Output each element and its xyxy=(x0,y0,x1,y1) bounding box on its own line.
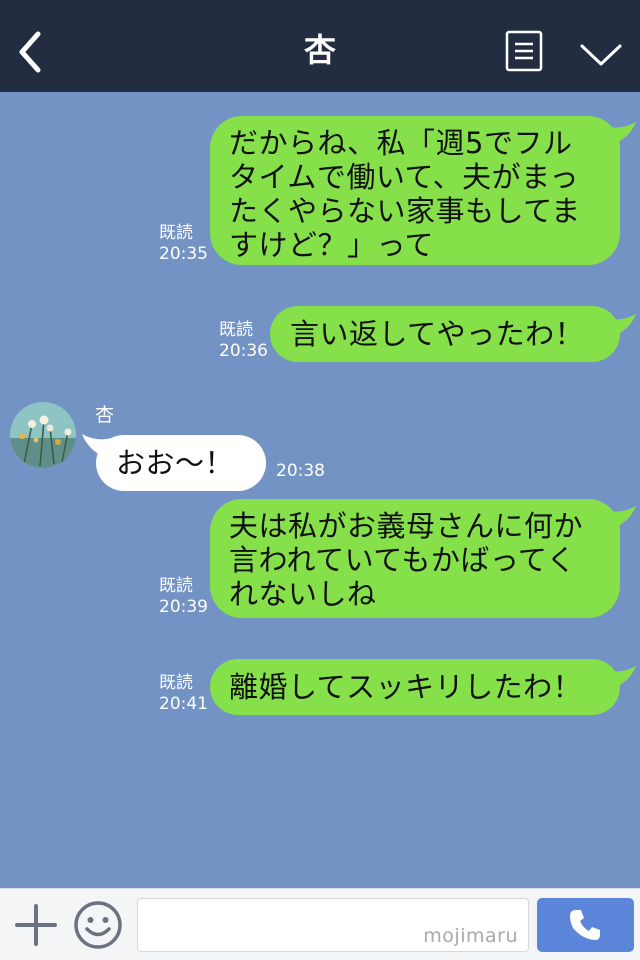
message-line: だからね、私「週5でフル xyxy=(229,126,573,160)
watermark-text: mojimaru xyxy=(423,925,518,947)
message-input-bar: mojimaru xyxy=(0,888,640,960)
read-receipt: 既読 xyxy=(159,576,193,596)
notes-button[interactable] xyxy=(505,30,543,72)
chat-title: 杏 xyxy=(303,31,336,69)
sender-name: 杏 xyxy=(95,404,115,426)
message-line: おお〜！ xyxy=(116,446,235,480)
message-time: 20:36 xyxy=(219,341,268,361)
message-time: 20:35 xyxy=(159,244,208,264)
notes-icon xyxy=(505,30,543,72)
avatar-image xyxy=(10,402,76,468)
emoji-button[interactable] xyxy=(72,899,124,951)
message-line: れないしね xyxy=(229,577,377,611)
message-meta: 既読 20:35 xyxy=(159,223,208,265)
avatar[interactable] xyxy=(10,402,76,468)
back-button[interactable] xyxy=(14,30,50,74)
message-time: 20:41 xyxy=(159,694,208,714)
call-button[interactable] xyxy=(537,898,634,952)
outgoing-message[interactable]: 夫は私がお義母さんに何か 言われていてもかばってく れないしね xyxy=(210,499,620,618)
read-receipt: 既読 xyxy=(159,223,193,243)
message-meta: 既読 20:36 xyxy=(219,320,268,362)
message-meta: 既読 20:39 xyxy=(159,576,208,618)
outgoing-message[interactable]: 言い返してやったわ！ xyxy=(270,306,620,362)
emoji-icon xyxy=(74,901,122,949)
incoming-message[interactable]: おお〜！ xyxy=(96,435,266,491)
read-receipt: 既読 xyxy=(219,320,253,340)
message-meta: 20:38 xyxy=(276,461,325,482)
chevron-down-icon xyxy=(580,44,622,66)
message-input[interactable]: mojimaru xyxy=(137,898,529,952)
chat-header: 杏 xyxy=(0,0,640,92)
message-meta: 既読 20:41 xyxy=(159,673,208,715)
message-line: 離婚してスッキリしたわ！ xyxy=(229,670,583,704)
read-receipt: 既読 xyxy=(159,673,193,693)
message-line: 言い返してやったわ！ xyxy=(290,317,585,351)
outgoing-message[interactable]: だからね、私「週5でフル タイムで働いて、夫がまっ たくやらない家事もしてま す… xyxy=(210,116,620,265)
message-line: 夫は私がお義母さんに何か xyxy=(229,509,584,543)
message-line: タイムで働いて、夫がまっ xyxy=(229,160,579,194)
message-line: 言われていてもかばってく xyxy=(229,543,577,577)
menu-dropdown-button[interactable] xyxy=(578,38,624,70)
message-time: 20:39 xyxy=(159,597,208,617)
message-time: 20:38 xyxy=(276,461,325,481)
outgoing-message[interactable]: 離婚してスッキリしたわ！ xyxy=(210,659,620,715)
phone-icon xyxy=(570,910,600,940)
message-line: すけど？」って xyxy=(229,228,435,262)
message-line: たくやらない家事もしてま xyxy=(229,194,581,228)
plus-icon xyxy=(15,904,57,946)
chevron-left-icon xyxy=(19,31,41,73)
add-attachment-button[interactable] xyxy=(14,903,58,947)
